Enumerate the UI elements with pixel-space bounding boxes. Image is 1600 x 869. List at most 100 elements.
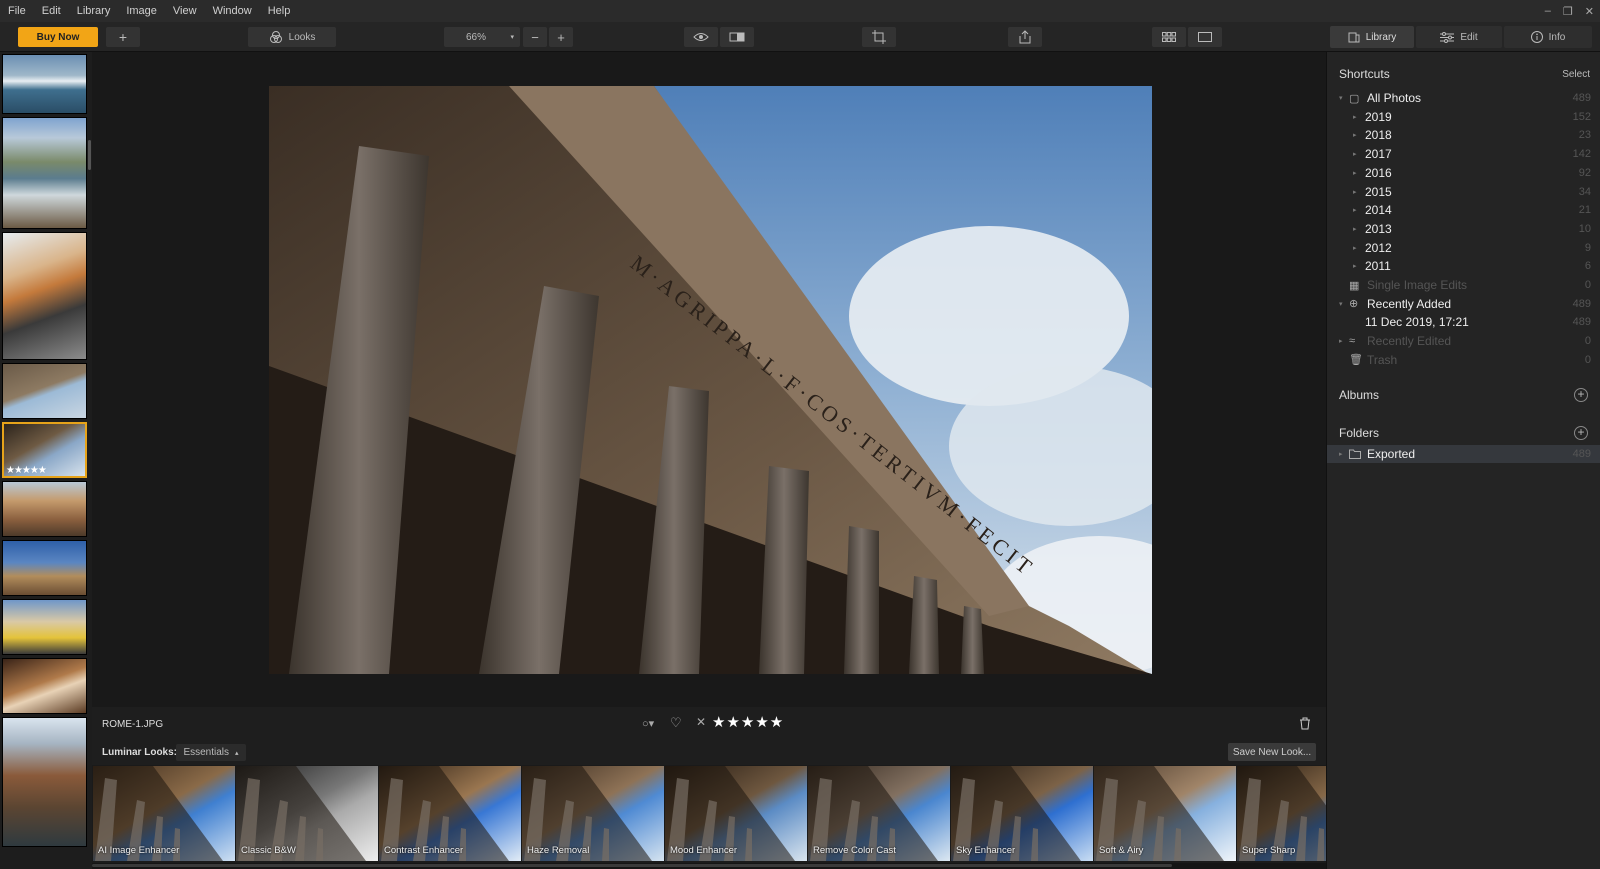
look-preset[interactable]: AI Image Enhancer	[93, 766, 235, 861]
look-preset[interactable]: Classic B&W	[236, 766, 378, 861]
buy-now-button[interactable]: Buy Now	[18, 27, 98, 47]
shortcut-item[interactable]: ▦ Single Image Edits 0	[1327, 276, 1600, 294]
collapse-arrow-icon[interactable]: ▸	[1353, 188, 1357, 196]
main-photo[interactable]: M·AGRIPPA·L·F·COS·TERTIVM·FECIT	[269, 86, 1152, 674]
shortcut-item[interactable]: ▸ 2011 6	[1327, 257, 1600, 275]
eye-icon	[693, 33, 709, 41]
shortcut-item[interactable]: ▸ 2018 23	[1327, 126, 1600, 144]
menu-item-help[interactable]: Help	[260, 5, 299, 17]
shortcut-item[interactable]: ▸ 2019 152	[1327, 108, 1600, 126]
photo-thumbnail-selected[interactable]: ★★★★★	[2, 422, 87, 478]
shortcut-item[interactable]: ▸ 2016 92	[1327, 164, 1600, 182]
tab-library[interactable]: Library	[1330, 26, 1414, 48]
look-preset[interactable]: Haze Removal	[522, 766, 664, 861]
menu-item-file[interactable]: File	[0, 5, 34, 17]
photo-thumbnail[interactable]	[2, 599, 87, 655]
collapse-arrow-icon[interactable]: ▸	[1353, 131, 1357, 139]
look-preset[interactable]: Sky Enhancer	[951, 766, 1093, 861]
rating-stars[interactable]: ★★★★★	[712, 713, 784, 731]
compare-button[interactable]	[720, 27, 754, 47]
photo-thumbnail[interactable]	[2, 232, 87, 360]
shortcut-item[interactable]: ▸ 2017 142	[1327, 145, 1600, 163]
share-button[interactable]	[1008, 27, 1042, 47]
collapse-arrow-icon[interactable]: ▸	[1339, 450, 1343, 458]
look-preset[interactable]: Super Sharp	[1237, 766, 1326, 861]
minimize-button[interactable]: –	[1545, 5, 1551, 17]
look-preset-label: Classic B&W	[241, 845, 296, 856]
add-photos-button[interactable]: +	[106, 27, 140, 47]
shortcut-item[interactable]: ▸ 2012 9	[1327, 239, 1600, 257]
save-new-look-button[interactable]: Save New Look...	[1228, 743, 1316, 761]
shortcut-icon: ▢	[1349, 92, 1360, 105]
menu-item-image[interactable]: Image	[118, 5, 165, 17]
look-preset[interactable]: Remove Color Cast	[808, 766, 950, 861]
select-button[interactable]: Select	[1562, 69, 1590, 80]
photo-thumbnail[interactable]	[2, 363, 87, 419]
photo-thumbnail[interactable]	[2, 717, 87, 847]
folder-item[interactable]: ▸ Exported 489	[1327, 445, 1600, 463]
shortcut-label: 2018	[1365, 128, 1392, 143]
grid-icon	[1162, 32, 1176, 42]
photo-thumbnail[interactable]	[2, 658, 87, 714]
collapse-arrow-icon[interactable]: ▸	[1353, 225, 1357, 233]
photo-thumbnail[interactable]	[2, 54, 87, 114]
shortcut-item[interactable]: ▸ ≈ Recently Edited 0	[1327, 332, 1600, 350]
collapse-arrow-icon[interactable]: ▸	[1353, 113, 1357, 121]
preview-button[interactable]	[684, 27, 718, 47]
photo-thumbnail[interactable]	[2, 481, 87, 537]
collapse-arrow-icon[interactable]: ▸	[1353, 244, 1357, 252]
looks-category-select[interactable]: Essentials ▴	[176, 744, 246, 761]
share-icon	[1019, 30, 1031, 44]
collapse-arrow-icon[interactable]: ▸	[1353, 150, 1357, 158]
look-preset[interactable]: Soft & Airy	[1094, 766, 1236, 861]
look-preset-label: Super Sharp	[1242, 845, 1296, 856]
crop-button[interactable]	[862, 27, 896, 47]
trash-icon[interactable]	[1299, 717, 1311, 730]
single-image-icon	[1198, 32, 1212, 42]
shortcut-item[interactable]: ▸ 2013 10	[1327, 220, 1600, 238]
zoom-out-button[interactable]: −	[523, 27, 547, 47]
photo-thumbnail[interactable]	[2, 540, 87, 596]
tab-label: Info	[1548, 31, 1566, 43]
menu-item-library[interactable]: Library	[69, 5, 119, 17]
restore-button[interactable]: ❐	[1563, 5, 1573, 18]
shortcut-item[interactable]: ▸ 2014 21	[1327, 201, 1600, 219]
shortcut-item[interactable]: ▾ ⊕ Recently Added 489	[1327, 295, 1600, 313]
menu-item-window[interactable]: Window	[205, 5, 260, 17]
expand-arrow-icon[interactable]: ▾	[1339, 94, 1343, 102]
tab-info[interactable]: Info	[1504, 26, 1592, 48]
filmstrip-scrollbar[interactable]	[88, 140, 91, 170]
shortcut-count: 34	[1578, 185, 1591, 198]
panel-tabs: Library Edit Info	[1330, 26, 1600, 48]
collapse-arrow-icon[interactable]: ▸	[1353, 262, 1357, 270]
look-preset[interactable]: Contrast Enhancer	[379, 766, 521, 861]
zoom-select[interactable]: 66% ▾	[444, 27, 520, 47]
shortcut-icon: ▦	[1349, 279, 1360, 292]
menu-item-edit[interactable]: Edit	[34, 5, 69, 17]
shortcut-label: Recently Added	[1367, 296, 1452, 311]
look-preset[interactable]: Mood Enhancer	[665, 766, 807, 861]
expand-arrow-icon[interactable]: ▾	[1339, 300, 1343, 308]
shortcut-item[interactable]: ▾ ▢ All Photos 489	[1327, 89, 1600, 107]
single-view-button[interactable]	[1188, 27, 1222, 47]
looks-scrollbar[interactable]	[92, 863, 1326, 869]
tab-edit[interactable]: Edit	[1416, 26, 1502, 48]
shortcut-item[interactable]: 11 Dec 2019, 17:21 489	[1327, 313, 1600, 331]
shortcut-item[interactable]: ▸ 2015 34	[1327, 183, 1600, 201]
add-album-button[interactable]: +	[1574, 388, 1588, 402]
zoom-in-button[interactable]: +	[549, 27, 573, 47]
add-folder-button[interactable]: +	[1574, 426, 1588, 440]
close-button[interactable]: ✕	[1585, 5, 1594, 18]
color-label-icon[interactable]: ○▾	[642, 717, 654, 730]
collapse-arrow-icon[interactable]: ▸	[1339, 337, 1343, 345]
collapse-arrow-icon[interactable]: ▸	[1353, 169, 1357, 177]
grid-view-button[interactable]	[1152, 27, 1186, 47]
reject-icon[interactable]: ✕	[696, 715, 706, 729]
menu-item-view[interactable]: View	[165, 5, 205, 17]
heart-icon[interactable]: ♡	[670, 715, 682, 731]
looks-button[interactable]: Looks	[248, 27, 336, 47]
collapse-arrow-icon[interactable]: ▸	[1353, 206, 1357, 214]
shortcut-item[interactable]: 🗑 Trash 0	[1327, 351, 1600, 369]
look-preset-label: Contrast Enhancer	[384, 845, 464, 856]
photo-thumbnail[interactable]	[2, 117, 87, 229]
